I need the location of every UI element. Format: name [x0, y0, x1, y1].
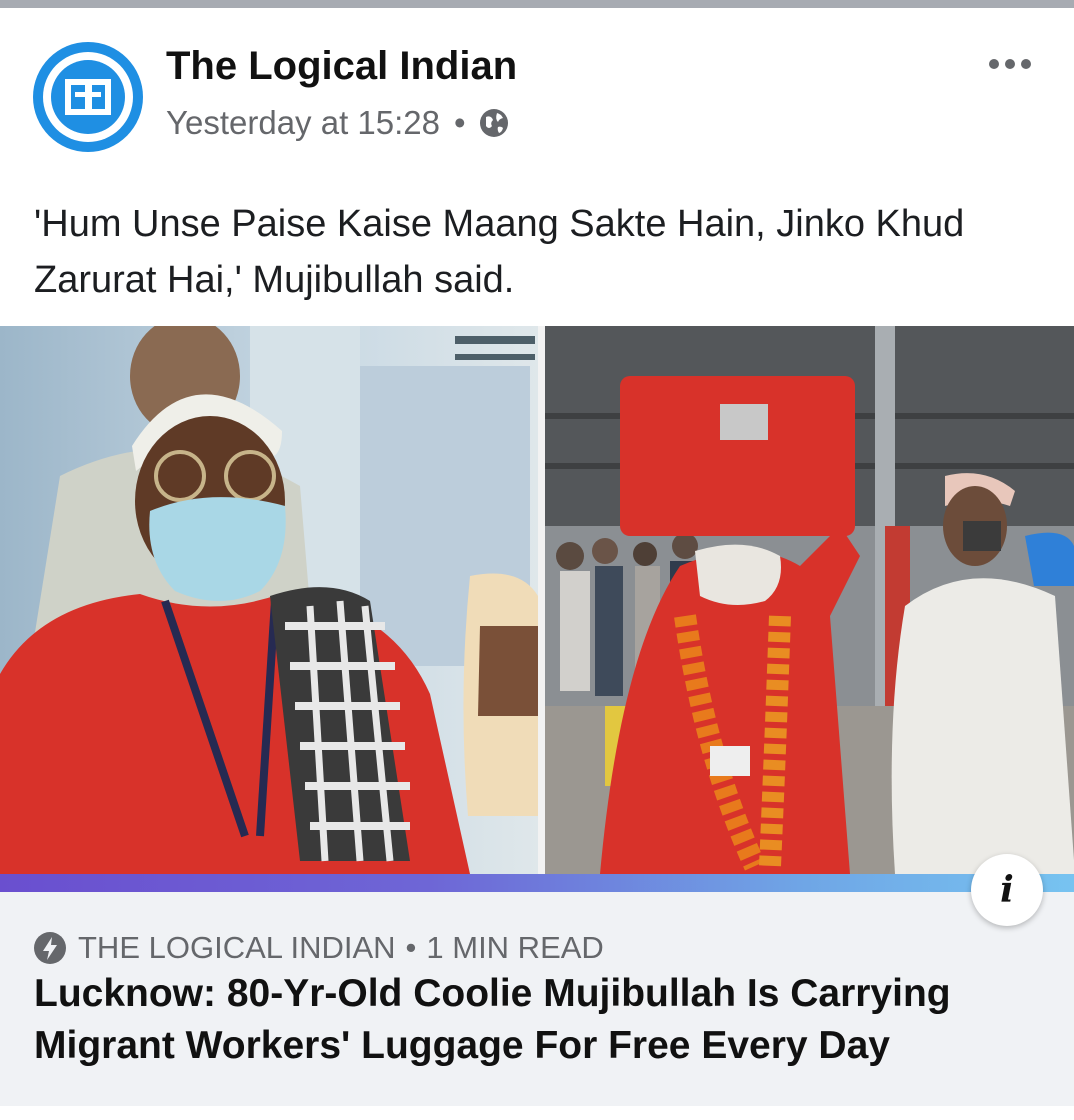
- meta-separator: •: [454, 104, 466, 141]
- top-divider: [0, 0, 1074, 8]
- more-options-icon[interactable]: [980, 48, 1040, 80]
- post-meta: Yesterday at 15:28 •: [166, 104, 510, 142]
- lightning-bolt-icon: [34, 932, 66, 964]
- info-icon[interactable]: i: [971, 854, 1043, 926]
- photo-coolie-portrait[interactable]: [0, 326, 538, 874]
- logo-icon: [51, 60, 125, 134]
- link-read-time: 1 MIN READ: [426, 930, 604, 965]
- accent-gradient-bar: [0, 874, 1074, 892]
- globe-icon: [478, 107, 510, 139]
- bottom-spacer: [0, 1106, 1074, 1120]
- link-source: THE LOGICAL INDIAN • 1 MIN READ: [34, 930, 604, 966]
- post-caption: 'Hum Unse Paise Kaise Maang Sakte Hain, …: [34, 203, 965, 301]
- post-timestamp[interactable]: Yesterday at 15:28: [166, 104, 440, 142]
- page-name[interactable]: The Logical Indian: [166, 44, 517, 89]
- page-avatar[interactable]: [33, 42, 143, 152]
- link-source-name: THE LOGICAL INDIAN: [78, 930, 396, 965]
- link-headline[interactable]: Lucknow: 80-Yr-Old Coolie Mujibullah Is …: [34, 968, 1054, 1072]
- post-photos[interactable]: [0, 326, 1074, 874]
- link-separator: •: [405, 930, 417, 965]
- photo-coolie-carrying-luggage[interactable]: [545, 326, 1074, 874]
